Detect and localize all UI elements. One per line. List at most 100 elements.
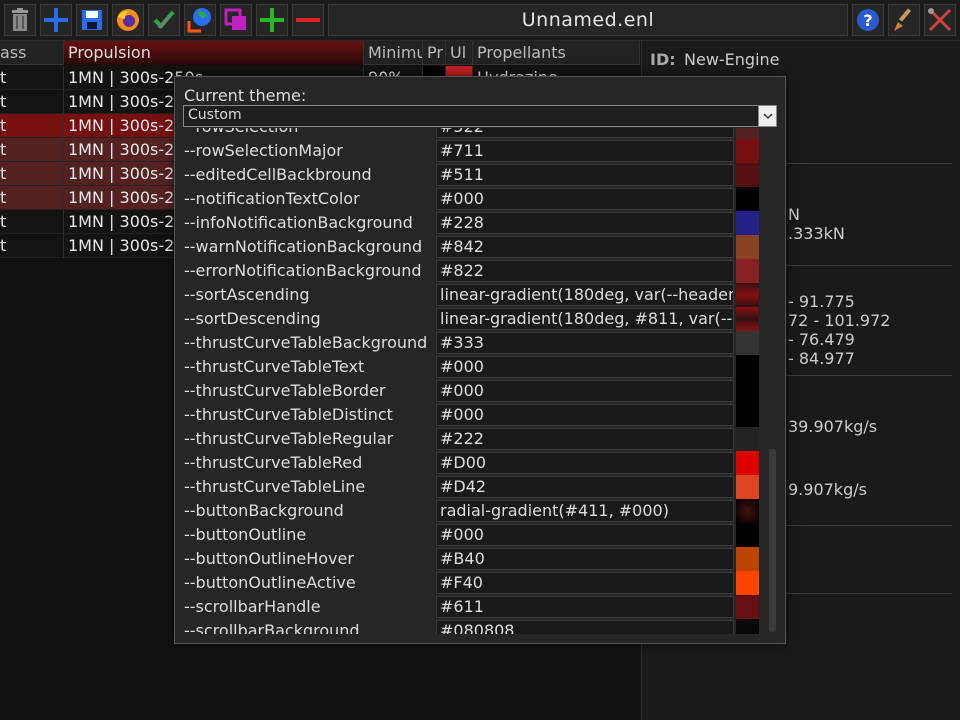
chevron-down-icon[interactable] — [758, 106, 776, 126]
svg-text:?: ? — [863, 11, 872, 30]
validate-button[interactable] — [148, 4, 180, 36]
theme-variable-row: --thrustCurveTableDistinct #000 — [175, 403, 785, 427]
theme-variable-row: --scrollbarBackground #080808 — [175, 619, 785, 634]
new-file-button[interactable] — [40, 4, 72, 36]
column-header-propulsion[interactable]: Propulsion — [64, 41, 364, 65]
theme-variable-row: --rowSelectionMajor #711 — [175, 139, 785, 163]
id-value: New-Engine — [684, 50, 780, 69]
theme-variable-row: --thrustCurveTableRed #D00 — [175, 451, 785, 475]
variable-value-input[interactable]: linear-gradient(180deg, #811, var(-- — [436, 308, 734, 330]
variable-value-input[interactable]: #F40 — [436, 572, 734, 594]
variable-value-input[interactable]: #842 — [436, 236, 734, 258]
variable-name: --buttonOutlineHover — [184, 549, 354, 568]
column-header-propellants[interactable]: Propellants — [473, 41, 640, 65]
variable-value-input[interactable]: #611 — [436, 596, 734, 618]
color-swatch[interactable] — [736, 211, 759, 235]
file-title: Unnamed.enl — [328, 4, 848, 36]
color-swatch[interactable] — [736, 235, 759, 259]
remove-row-button[interactable] — [292, 4, 324, 36]
theme-button[interactable] — [888, 4, 920, 36]
variable-value-input[interactable]: #522 — [436, 128, 734, 138]
table-cell[interactable]: t — [0, 186, 64, 210]
color-swatch[interactable] — [736, 571, 759, 595]
variable-value-input[interactable]: #711 — [436, 140, 734, 162]
column-header-minimum[interactable]: Minimu — [364, 41, 423, 65]
color-swatch[interactable] — [736, 355, 759, 379]
color-swatch[interactable] — [736, 427, 759, 451]
table-cell[interactable]: t — [0, 138, 64, 162]
theme-variable-row: --notificationTextColor #000 — [175, 187, 785, 211]
table-cell[interactable]: t — [0, 162, 64, 186]
variable-name: --warnNotificationBackground — [184, 237, 423, 256]
theme-select[interactable]: Custom — [183, 105, 777, 127]
variable-value-input[interactable]: #333 — [436, 332, 734, 354]
color-swatch[interactable] — [736, 595, 759, 619]
color-swatch[interactable] — [736, 403, 759, 427]
color-swatch[interactable] — [736, 475, 759, 499]
variable-value-input[interactable]: #822 — [436, 260, 734, 282]
variable-value-input[interactable]: #222 — [436, 428, 734, 450]
scrollbar[interactable] — [769, 449, 776, 632]
add-row-button[interactable] — [256, 4, 288, 36]
variable-value-input[interactable]: #000 — [436, 356, 734, 378]
variable-value-input[interactable]: #228 — [436, 212, 734, 234]
column-header-ul[interactable]: Ul — [446, 41, 473, 65]
settings-button[interactable] — [924, 4, 956, 36]
color-swatch[interactable] — [736, 379, 759, 403]
theme-variable-row: --sortAscending linear-gradient(180deg, v… — [175, 283, 785, 307]
theme-editor-dialog: Current theme: Custom --rowSelection #522… — [174, 76, 786, 644]
table-cell[interactable]: t — [0, 234, 64, 258]
variable-value-input[interactable]: linear-gradient(180deg, var(--header — [436, 284, 734, 306]
color-swatch[interactable] — [736, 139, 759, 163]
column-header-pr[interactable]: Pr — [423, 41, 446, 65]
export-button[interactable] — [184, 4, 216, 36]
theme-variable-list[interactable]: --rowSelection #522 --rowSelectionMajor #71… — [175, 128, 785, 634]
table-cell[interactable]: t — [0, 114, 64, 138]
variable-name: --thrustCurveTableRed — [184, 453, 363, 472]
table-cell[interactable]: t — [0, 66, 64, 90]
theme-variable-row: --sortDescending linear-gradient(180deg, … — [175, 307, 785, 331]
info-line: .333kN — [788, 224, 845, 243]
theme-variable-row: --buttonOutlineActive #F40 — [175, 571, 785, 595]
info-line: - 76.479 — [788, 330, 855, 349]
color-swatch[interactable] — [736, 547, 759, 571]
variable-value-input[interactable]: #080808 — [436, 620, 734, 634]
color-swatch[interactable] — [736, 499, 759, 523]
variable-value-input[interactable]: #511 — [436, 164, 734, 186]
table-cell[interactable]: t — [0, 90, 64, 114]
tools-icon — [928, 8, 952, 32]
variable-value-input[interactable]: #000 — [436, 524, 734, 546]
info-line: - 84.977 — [788, 349, 855, 368]
color-swatch[interactable] — [736, 163, 759, 187]
help-button[interactable]: ? — [852, 4, 884, 36]
variable-value-input[interactable]: #D42 — [436, 476, 734, 498]
duplicate-button[interactable] — [220, 4, 252, 36]
variable-value-input[interactable]: #000 — [436, 380, 734, 402]
table-cell[interactable]: t — [0, 210, 64, 234]
color-swatch[interactable] — [736, 283, 759, 307]
save-button[interactable] — [76, 4, 108, 36]
info-line: 72 - 101.972 — [788, 311, 891, 330]
color-swatch[interactable] — [736, 619, 759, 634]
color-swatch[interactable] — [736, 307, 759, 331]
color-swatch[interactable] — [736, 187, 759, 211]
color-swatch[interactable] — [736, 451, 759, 475]
variable-value-input[interactable]: #B40 — [436, 548, 734, 570]
delete-file-button[interactable] — [4, 4, 36, 36]
globe-export-icon — [187, 8, 211, 33]
variable-value-input[interactable]: #000 — [436, 404, 734, 426]
color-swatch[interactable] — [736, 523, 759, 547]
color-swatch[interactable] — [736, 331, 759, 355]
column-header-class[interactable]: ass — [0, 41, 64, 65]
variable-name: --buttonBackground — [184, 501, 344, 520]
variable-value-input[interactable]: #000 — [436, 188, 734, 210]
variable-value-input[interactable]: #D00 — [436, 452, 734, 474]
variable-name: --buttonOutlineActive — [184, 573, 356, 592]
minus-icon — [296, 18, 320, 22]
color-swatch[interactable] — [736, 128, 759, 139]
open-browser-button[interactable] — [112, 4, 144, 36]
duplicate-icon — [224, 8, 246, 30]
color-swatch[interactable] — [736, 259, 759, 283]
variable-name: --sortAscending — [184, 285, 310, 304]
variable-value-input[interactable]: radial-gradient(#411, #000) — [436, 500, 734, 522]
